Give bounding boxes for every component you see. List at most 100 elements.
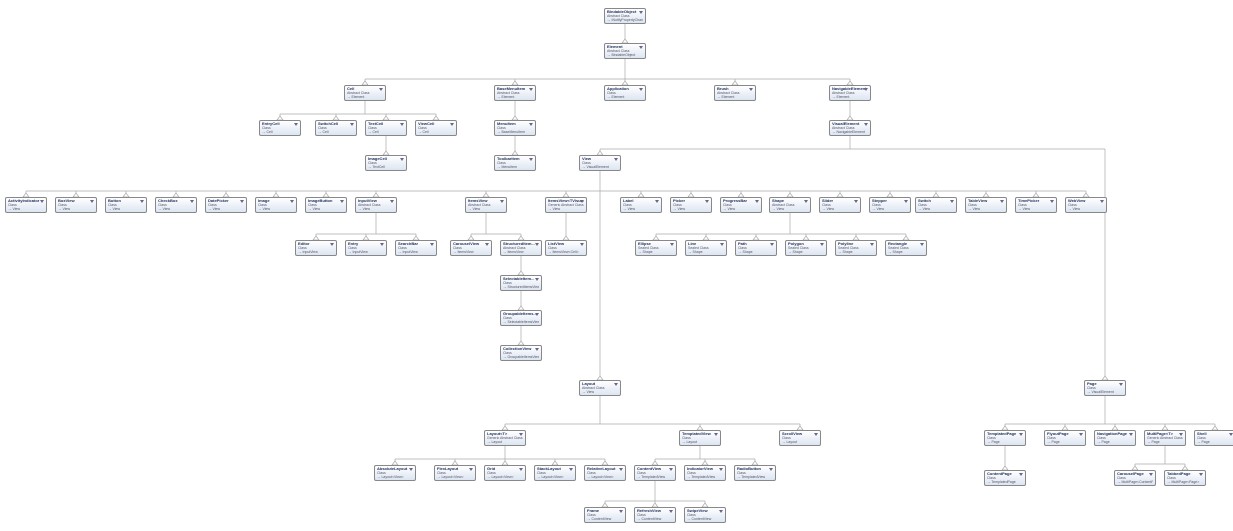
class-base: → Page bbox=[1047, 440, 1083, 444]
class-base: → Layout<View> bbox=[377, 475, 413, 479]
class-stacklayout[interactable]: StackLayoutClass→ Layout<View> bbox=[534, 465, 576, 481]
class-itemsviewgen[interactable]: ItemsView<TVisu...Generic Abstract Class… bbox=[545, 197, 587, 213]
class-base: → View bbox=[772, 207, 808, 211]
class-base: → Layout bbox=[782, 440, 818, 444]
class-base: → InputView bbox=[298, 250, 334, 254]
class-tableview[interactable]: TableViewClass→ View bbox=[965, 197, 1007, 213]
class-carouselpage[interactable]: CarouselPageClass→ MultiPage<ContentPa..… bbox=[1114, 470, 1156, 486]
class-ellipse[interactable]: EllipseSealed Class→ Shape bbox=[635, 240, 677, 256]
class-base: → Element bbox=[607, 95, 643, 99]
class-application[interactable]: ApplicationClass→ Element bbox=[604, 85, 646, 101]
class-structured[interactable]: StructuredItem...Abstract Class→ ItemsVi… bbox=[500, 240, 542, 256]
class-swipeview[interactable]: SwipeViewClass→ ContentView bbox=[684, 507, 726, 523]
class-carouselview[interactable]: CarouselViewClass→ ItemsView bbox=[450, 240, 492, 256]
class-relativelayout[interactable]: RelativeLayoutClass→ Layout<View> bbox=[584, 465, 626, 481]
class-radiobutton[interactable]: RadioButtonClass→ TemplatedView bbox=[734, 465, 776, 481]
class-imagecell[interactable]: ImageCellClass→ TextCell bbox=[365, 155, 407, 171]
class-base: → Layout bbox=[487, 440, 523, 444]
class-base: → TemplatedPage bbox=[987, 480, 1023, 484]
class-base: → Element bbox=[497, 95, 533, 99]
class-itemsview[interactable]: ItemsViewAbstract Class→ View bbox=[465, 197, 507, 213]
class-bindable[interactable]: BindableObjectAbstract Class→ INotifyPro… bbox=[604, 8, 646, 24]
class-cell[interactable]: CellAbstract Class→ Element bbox=[344, 85, 386, 101]
class-inputview[interactable]: InputViewAbstract Class→ View bbox=[355, 197, 397, 213]
class-shell[interactable]: ShellClass→ Page bbox=[1194, 430, 1233, 446]
class-base: → Page bbox=[1197, 440, 1233, 444]
class-path[interactable]: PathClass→ Shape bbox=[735, 240, 777, 256]
class-toolbaritem[interactable]: ToolbarItemClass→ MenuItem bbox=[494, 155, 536, 171]
class-base: → View bbox=[582, 390, 618, 394]
class-timepicker[interactable]: TimePickerClass→ View bbox=[1015, 197, 1057, 213]
class-tabbedpage[interactable]: TabbedPageClass→ MultiPage<Page> bbox=[1164, 470, 1206, 486]
class-stepper[interactable]: StepperClass→ View bbox=[869, 197, 911, 213]
class-checkbox[interactable]: CheckBoxClass→ View bbox=[155, 197, 197, 213]
class-scrollview[interactable]: ScrollViewClass→ Layout bbox=[779, 430, 821, 446]
class-base: → Layout<View> bbox=[537, 475, 573, 479]
class-shape[interactable]: ShapeAbstract Class→ View bbox=[769, 197, 811, 213]
class-button[interactable]: ButtonClass→ View bbox=[105, 197, 147, 213]
class-slider[interactable]: SliderClass→ View bbox=[819, 197, 861, 213]
class-viewcell[interactable]: ViewCellClass→ Cell bbox=[415, 120, 457, 136]
class-base: → ItemsView<Cell> bbox=[548, 250, 584, 254]
class-activity[interactable]: ActivityIndicatorClass→ View bbox=[5, 197, 47, 213]
class-switch[interactable]: SwitchClass→ View bbox=[915, 197, 957, 213]
class-groupable[interactable]: GroupableItems...Class→ SelectableItemsV… bbox=[500, 310, 542, 326]
class-navigable[interactable]: NavigableElementAbstract Class→ Element bbox=[829, 85, 871, 101]
class-abslayout[interactable]: AbsoluteLayoutClass→ Layout<View> bbox=[374, 465, 416, 481]
class-templated[interactable]: TemplatedViewClass→ Layout bbox=[679, 430, 721, 446]
class-polyline[interactable]: PolylineSealed Class→ Shape bbox=[835, 240, 877, 256]
class-picker[interactable]: PickerClass→ View bbox=[670, 197, 712, 213]
class-textcell[interactable]: TextCellClass→ Cell bbox=[365, 120, 407, 136]
class-base: → Shape bbox=[638, 250, 674, 254]
class-entry[interactable]: EntryClass→ InputView bbox=[345, 240, 387, 256]
class-imagebutton[interactable]: ImageButtonClass→ View bbox=[305, 197, 347, 213]
class-base: → GroupableItemsView bbox=[503, 355, 539, 359]
class-label[interactable]: LabelClass→ View bbox=[620, 197, 662, 213]
class-progressbar[interactable]: ProgressBarClass→ View bbox=[720, 197, 762, 213]
class-collectionview[interactable]: CollectionViewClass→ GroupableItemsView bbox=[500, 345, 542, 361]
class-menuitem[interactable]: MenuItemClass→ BaseMenuItem bbox=[494, 120, 536, 136]
class-datepicker[interactable]: DatePickerClass→ View bbox=[205, 197, 247, 213]
class-rectangle[interactable]: RectangleSealed Class→ Shape bbox=[885, 240, 927, 256]
class-line[interactable]: LineSealed Class→ Shape bbox=[685, 240, 727, 256]
class-entrycell[interactable]: EntryCellClass→ Cell bbox=[259, 120, 301, 136]
class-base: → TemplatedView bbox=[637, 475, 673, 479]
class-image[interactable]: ImageClass→ View bbox=[255, 197, 297, 213]
class-base: → MultiPage<Page> bbox=[1167, 480, 1203, 484]
class-frame[interactable]: FrameClass→ ContentView bbox=[584, 507, 626, 523]
class-boxview[interactable]: BoxViewClass→ View bbox=[55, 197, 97, 213]
class-indicatorview[interactable]: IndicatorViewClass→ TemplatedView bbox=[684, 465, 726, 481]
class-navpage[interactable]: NavigationPageClass→ Page bbox=[1094, 430, 1136, 446]
class-switchcell[interactable]: SwitchCellClass→ Cell bbox=[315, 120, 357, 136]
class-multipage[interactable]: MultiPage<T>Generic Abstract Class→ Page bbox=[1144, 430, 1186, 446]
class-contentpage[interactable]: ContentPageClass→ TemplatedPage bbox=[984, 470, 1026, 486]
class-visualelement[interactable]: VisualElementAbstract Class→ NavigableEl… bbox=[829, 120, 871, 136]
class-layoutt[interactable]: Layout<T>Generic Abstract Class→ Layout bbox=[484, 430, 526, 446]
class-contentview[interactable]: ContentViewClass→ TemplatedView bbox=[634, 465, 676, 481]
class-base: → Cell bbox=[368, 130, 404, 134]
class-basemenuitem[interactable]: BaseMenuItemAbstract Class→ Element bbox=[494, 85, 536, 101]
class-flexlayout[interactable]: FlexLayoutClass→ Layout<View> bbox=[434, 465, 476, 481]
class-templatedpage[interactable]: TemplatedPageClass→ Page bbox=[984, 430, 1026, 446]
class-base: → View bbox=[358, 207, 394, 211]
class-brush[interactable]: BrushAbstract Class→ Element bbox=[714, 85, 756, 101]
class-searchbar[interactable]: SearchBarClass→ InputView bbox=[395, 240, 437, 256]
class-view[interactable]: ViewClass→ VisualElement bbox=[579, 155, 621, 171]
class-base: → Shape bbox=[788, 250, 824, 254]
class-page[interactable]: PageClass→ VisualElement bbox=[1084, 380, 1126, 396]
class-base: → View bbox=[918, 207, 954, 211]
class-base: → ContentView bbox=[637, 517, 673, 521]
class-editor[interactable]: EditorClass→ InputView bbox=[295, 240, 337, 256]
class-base: → StructuredItemsView bbox=[503, 285, 539, 289]
class-base: → View bbox=[8, 207, 44, 211]
class-webview[interactable]: WebViewClass→ View bbox=[1065, 197, 1107, 213]
class-base: → View bbox=[548, 207, 584, 211]
class-grid[interactable]: GridClass→ Layout<View> bbox=[484, 465, 526, 481]
class-polygon[interactable]: PolygonSealed Class→ Shape bbox=[785, 240, 827, 256]
class-listview[interactable]: ListViewClass→ ItemsView<Cell> bbox=[545, 240, 587, 256]
class-flyoutpage[interactable]: FlyoutPageClass→ Page bbox=[1044, 430, 1086, 446]
class-refreshview[interactable]: RefreshViewClass→ ContentView bbox=[634, 507, 676, 523]
class-layout[interactable]: LayoutAbstract Class→ View bbox=[579, 380, 621, 396]
class-selectable[interactable]: SelectableItem...Class→ StructuredItemsV… bbox=[500, 275, 542, 291]
class-element[interactable]: ElementAbstract Class→ BindableObject bbox=[604, 43, 646, 59]
